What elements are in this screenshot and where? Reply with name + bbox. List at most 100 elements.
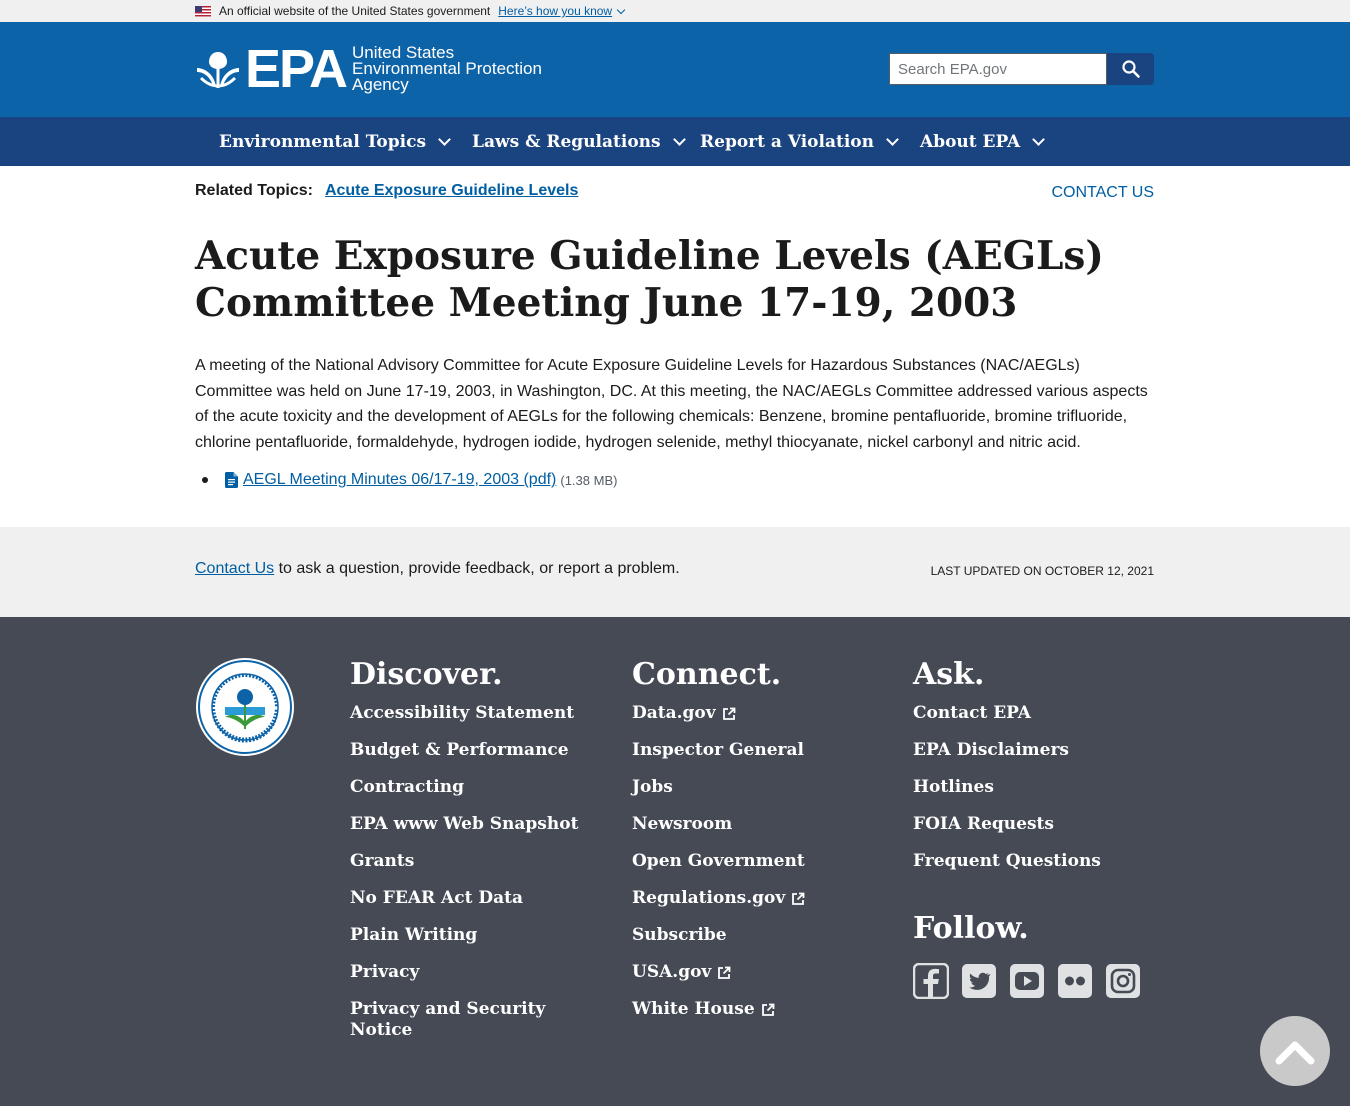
- nav-environmental-topics[interactable]: Environmental Topics: [219, 117, 451, 166]
- nav-label: About EPA: [920, 131, 1021, 152]
- link-label: Frequent Questions: [913, 851, 1101, 871]
- site-footer: Discover. Accessibility Statement Budget…: [0, 617, 1350, 1106]
- footer-link-inspector-general[interactable]: Inspector General: [632, 740, 805, 761]
- footer-link-usa-gov[interactable]: USA.gov: [632, 962, 805, 983]
- nav-laws-regulations[interactable]: Laws & Regulations: [472, 117, 686, 166]
- discover-column: Discover. Accessibility Statement Budget…: [350, 657, 578, 1057]
- epa-logo[interactable]: EPA United States Environmental Protecti…: [195, 39, 542, 99]
- epa-seal-logo: [196, 658, 294, 756]
- link-label: FOIA Requests: [913, 814, 1054, 834]
- site-search: Search EPA.gov: [889, 53, 1154, 85]
- intro-paragraph: A meeting of the National Advisory Commi…: [195, 357, 1148, 451]
- follow-section: Follow.: [913, 911, 1141, 999]
- logo-agency-name: United States Environmental Protection A…: [352, 44, 542, 94]
- search-button[interactable]: [1107, 53, 1154, 85]
- footer-link-data-gov[interactable]: Data.gov: [632, 703, 805, 724]
- youtube-icon[interactable]: [1009, 963, 1045, 999]
- chevron-up-icon: [1275, 1041, 1315, 1065]
- related-topics: Related Topics: Acute Exposure Guideline…: [195, 182, 578, 200]
- footer-link-disclaimers[interactable]: EPA Disclaimers: [913, 740, 1101, 761]
- footer-link-privacy[interactable]: Privacy: [350, 962, 578, 983]
- gov-banner-text: An official website of the United States…: [219, 4, 491, 18]
- footer-link-newsroom[interactable]: Newsroom: [632, 814, 805, 835]
- chevron-down-icon: [616, 5, 626, 14]
- footer-link-privacy-security[interactable]: Privacy and Security Notice: [350, 999, 550, 1041]
- link-label: No FEAR Act Data: [350, 888, 523, 908]
- footer-link-no-fear[interactable]: No FEAR Act Data: [350, 888, 578, 909]
- feedback-sentence: to ask a question, provide feedback, or …: [274, 560, 680, 577]
- logo-line-3: Agency: [352, 75, 409, 94]
- file-icon: [225, 472, 238, 488]
- footer-link-white-house[interactable]: White House: [632, 999, 805, 1020]
- nav-label: Environmental Topics: [219, 131, 427, 152]
- discover-heading: Discover.: [350, 657, 503, 692]
- connect-heading: Connect.: [632, 657, 782, 692]
- heres-how-you-know-label: Here’s how you know: [498, 4, 613, 18]
- link-label: Contracting: [350, 777, 464, 797]
- logo-abbr: EPA: [245, 39, 348, 99]
- instagram-icon[interactable]: [1105, 963, 1141, 999]
- feedback-bar: Contact Us to ask a question, provide fe…: [0, 527, 1350, 617]
- link-label: Contact EPA: [913, 703, 1031, 723]
- link-label: Subscribe: [632, 925, 727, 945]
- site-header: EPA United States Environmental Protecti…: [0, 22, 1350, 117]
- external-link-icon: [718, 966, 731, 979]
- link-label: White House: [632, 999, 755, 1019]
- chevron-down-icon: [438, 132, 451, 146]
- feedback-text: Contact Us to ask a question, provide fe…: [195, 560, 680, 578]
- chevron-down-icon: [886, 132, 899, 146]
- chevron-down-icon: [672, 132, 686, 146]
- footer-link-budget[interactable]: Budget & Performance: [350, 740, 578, 761]
- feedback-contact-link[interactable]: Contact Us: [195, 560, 274, 577]
- ask-heading: Ask.: [913, 657, 985, 692]
- ask-column: Ask. Contact EPA EPA Disclaimers Hotline…: [913, 657, 1101, 888]
- connect-column: Connect. Data.gov Inspector General Jobs…: [632, 657, 805, 1036]
- link-label: Jobs: [632, 777, 673, 797]
- footer-link-grants[interactable]: Grants: [350, 851, 578, 872]
- search-input[interactable]: Search EPA.gov: [889, 53, 1107, 85]
- gov-banner: An official website of the United States…: [0, 0, 1350, 22]
- twitter-icon[interactable]: [961, 963, 997, 999]
- link-label: Accessibility Statement: [350, 703, 575, 723]
- footer-link-plain-writing[interactable]: Plain Writing: [350, 925, 578, 946]
- link-label: EPA Disclaimers: [913, 740, 1069, 760]
- nav-about-epa[interactable]: About EPA: [920, 117, 1046, 166]
- facebook-icon[interactable]: [913, 963, 949, 999]
- footer-link-web-snapshot[interactable]: EPA www Web Snapshot: [350, 814, 578, 835]
- external-link-icon: [792, 892, 805, 905]
- chevron-down-icon: [1032, 132, 1046, 146]
- link-label: Grants: [350, 851, 415, 871]
- link-label: Open Government: [632, 851, 805, 871]
- nav-label: Laws & Regulations: [472, 131, 661, 152]
- heres-how-you-know-link[interactable]: Here’s how you know: [498, 4, 626, 18]
- footer-link-foia[interactable]: FOIA Requests: [913, 814, 1101, 835]
- footer-link-contracting[interactable]: Contracting: [350, 777, 578, 798]
- social-links: [913, 963, 1141, 999]
- link-label: USA.gov: [632, 962, 712, 982]
- link-label: Newsroom: [632, 814, 733, 834]
- footer-link-subscribe[interactable]: Subscribe: [632, 925, 805, 946]
- footer-link-accessibility[interactable]: Accessibility Statement: [350, 703, 578, 724]
- list-item: AEGL Meeting Minutes 06/17-19, 2003 (pdf…: [195, 471, 617, 489]
- footer-link-contact-epa[interactable]: Contact EPA: [913, 703, 1101, 724]
- back-to-top-button[interactable]: [1260, 1016, 1330, 1086]
- nav-report-a-violation[interactable]: Report a Violation: [700, 117, 899, 166]
- related-topics-label: Related Topics:: [195, 182, 313, 199]
- footer-link-open-government[interactable]: Open Government: [632, 851, 805, 872]
- search-icon: [1121, 60, 1140, 78]
- document-link[interactable]: AEGL Meeting Minutes 06/17-19, 2003 (pdf…: [243, 471, 556, 489]
- related-topic-link[interactable]: Acute Exposure Guideline Levels: [325, 182, 578, 200]
- link-label: Data.gov: [632, 703, 716, 723]
- footer-link-hotlines[interactable]: Hotlines: [913, 777, 1101, 798]
- contact-us-link[interactable]: CONTACT US: [1051, 184, 1154, 202]
- footer-link-regulations-gov[interactable]: Regulations.gov: [632, 888, 805, 909]
- footer-link-frequent-questions[interactable]: Frequent Questions: [913, 851, 1101, 872]
- last-updated: Last updated on October 12, 2021: [930, 564, 1154, 578]
- us-flag-icon: [195, 5, 211, 17]
- link-label: Budget & Performance: [350, 740, 569, 760]
- link-label: Inspector General: [632, 740, 804, 760]
- follow-heading: Follow.: [913, 911, 1029, 946]
- link-label: Privacy and Security Notice: [350, 999, 546, 1040]
- flickr-icon[interactable]: [1057, 963, 1093, 999]
- footer-link-jobs[interactable]: Jobs: [632, 777, 805, 798]
